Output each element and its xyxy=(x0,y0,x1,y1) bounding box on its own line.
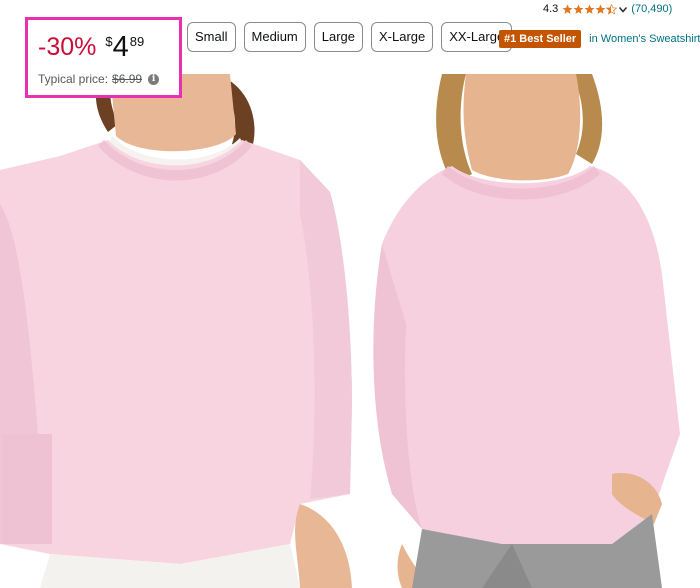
size-option-large[interactable]: Large xyxy=(313,22,364,52)
discount-percent: -30% xyxy=(38,33,97,61)
price-currency: $ xyxy=(105,34,113,49)
best-seller-badge[interactable]: #1 Best Seller xyxy=(499,30,582,48)
model-photo-right xyxy=(362,74,700,588)
size-selector: Small Medium Large X-Large XX-Large xyxy=(187,22,520,52)
typical-price-label: Typical price: xyxy=(38,72,109,86)
model-photo-left xyxy=(0,74,360,588)
star-half-icon xyxy=(606,3,618,15)
typical-price: Typical price: $6.99 i xyxy=(38,72,160,86)
price-row: -30% $ 4 89 xyxy=(38,32,144,63)
product-image-right[interactable] xyxy=(362,74,700,588)
product-image-left[interactable] xyxy=(0,74,360,588)
price-whole: 4 xyxy=(112,31,129,63)
typical-price-value: $6.99 xyxy=(112,72,143,86)
rating-value: 4.3 xyxy=(543,3,559,15)
price: $ 4 89 xyxy=(105,32,144,63)
star-rating xyxy=(562,3,618,15)
chevron-down-icon[interactable] xyxy=(618,4,628,15)
size-option-x-large[interactable]: X-Large xyxy=(371,22,434,52)
size-option-medium[interactable]: Medium xyxy=(243,22,306,52)
size-option-small[interactable]: Small xyxy=(187,22,236,52)
info-icon[interactable]: i xyxy=(148,73,160,85)
star-full-icon xyxy=(584,4,595,14)
star-full-icon xyxy=(562,4,573,14)
price-fraction: 89 xyxy=(129,34,145,49)
rating[interactable]: 4.3 (70,490) xyxy=(543,3,672,15)
best-seller-category-link[interactable]: in Women's Sweatshirts xyxy=(589,33,700,45)
rating-count-link[interactable]: (70,490) xyxy=(631,3,672,15)
price-box-highlighted: -30% $ 4 89 Typical price: $6.99 i xyxy=(25,17,182,98)
best-seller: #1 Best Seller in Women's Sweatshirts xyxy=(499,30,700,48)
star-full-icon xyxy=(595,4,606,14)
star-full-icon xyxy=(573,4,584,14)
